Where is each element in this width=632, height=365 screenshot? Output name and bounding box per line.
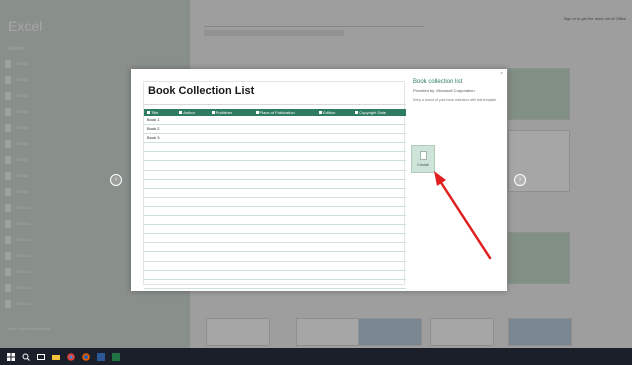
- table-row: [144, 198, 406, 207]
- column-header[interactable]: Title: [144, 109, 176, 116]
- table-row: Book 2: [144, 125, 406, 135]
- template-provider: Provided by: Microsoft Corporation: [413, 88, 475, 93]
- column-header[interactable]: Edition: [316, 109, 352, 116]
- table-row: [144, 262, 406, 271]
- table-row: [144, 280, 406, 289]
- excel-icon[interactable]: [112, 352, 120, 361]
- template-preview-sheet: Book Collection List Title Author Publishe…: [143, 81, 406, 289]
- table-row: [144, 271, 406, 280]
- table-row: [144, 207, 406, 217]
- template-name: Book collection list: [413, 79, 463, 85]
- search-icon[interactable]: [22, 353, 30, 361]
- table-row: [144, 161, 406, 171]
- table-row: [144, 252, 406, 262]
- table-row: [144, 216, 406, 226]
- document-icon: [419, 151, 427, 160]
- table-row: [144, 152, 406, 162]
- column-header[interactable]: Author: [176, 109, 208, 116]
- column-header[interactable]: Copyright Date: [352, 109, 406, 116]
- chevron-right-icon[interactable]: ›: [514, 174, 526, 186]
- template-preview-dialog: × Book Collection List Title Author Publis…: [131, 69, 507, 291]
- table-row: Book 1: [144, 116, 406, 126]
- taskbar: [0, 348, 632, 365]
- template-info: Book collection list Provided by: Micros…: [413, 79, 501, 103]
- chevron-left-icon[interactable]: ›: [110, 174, 122, 186]
- column-header[interactable]: Place of Publication: [253, 109, 317, 116]
- close-icon[interactable]: ×: [500, 71, 503, 77]
- table-row: [144, 171, 406, 180]
- create-button[interactable]: Create: [411, 145, 435, 173]
- table-row: [144, 243, 406, 253]
- table-body: Book 1 Book 2 Book 3: [144, 116, 406, 289]
- table-row: [144, 143, 406, 153]
- chrome-icon[interactable]: [67, 352, 75, 361]
- table-row: Book 3: [144, 134, 406, 144]
- column-header[interactable]: Publisher: [209, 109, 253, 116]
- table-header: Title Author Publisher Place of Publication…: [144, 109, 406, 116]
- create-button-label: Create: [416, 162, 429, 167]
- table-row: [144, 225, 406, 235]
- file-explorer-icon[interactable]: [52, 353, 60, 361]
- word-icon[interactable]: [97, 352, 105, 361]
- firefox-icon[interactable]: [82, 352, 90, 361]
- table-row: [144, 180, 406, 189]
- table-row: [144, 234, 406, 244]
- title-divider: [144, 104, 406, 105]
- task-view-icon[interactable]: [37, 353, 45, 361]
- table-row: [144, 189, 406, 198]
- template-description: Keep a record of your book collection wi…: [413, 98, 498, 102]
- sheet-title: Book Collection List: [148, 85, 255, 97]
- windows-start-icon[interactable]: [7, 352, 15, 361]
